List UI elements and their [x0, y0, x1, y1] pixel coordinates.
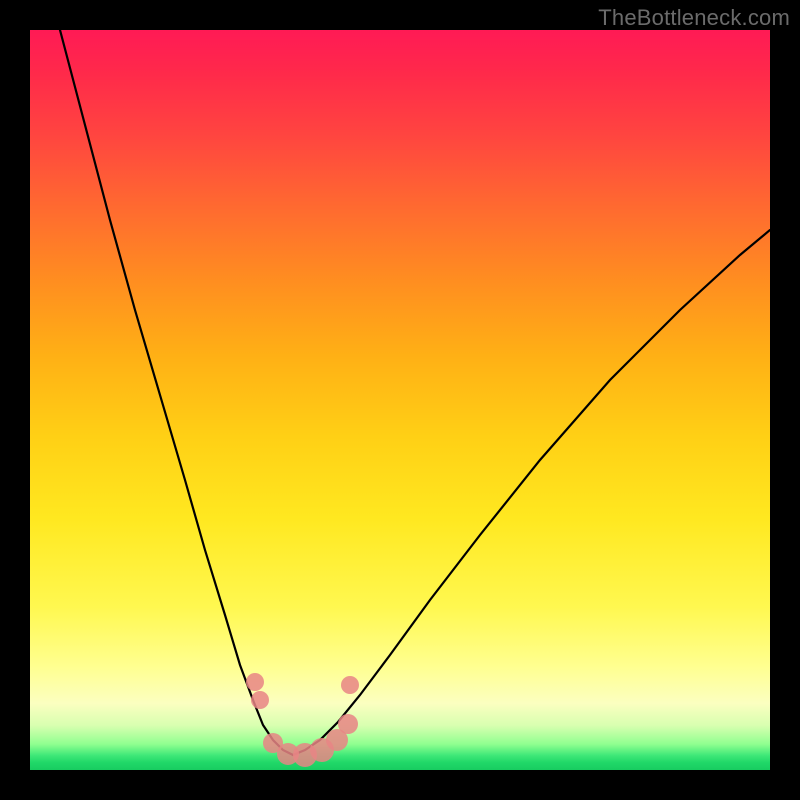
curve-layer: [30, 30, 770, 770]
data-markers: [246, 673, 359, 767]
chart-frame: TheBottleneck.com: [0, 0, 800, 800]
curve-left-branch: [60, 30, 293, 755]
data-marker: [338, 714, 358, 734]
watermark-text: TheBottleneck.com: [598, 5, 790, 31]
data-marker: [251, 691, 269, 709]
data-marker: [341, 676, 359, 694]
plot-area: [30, 30, 770, 770]
curve-right-branch: [293, 230, 770, 755]
data-marker: [246, 673, 264, 691]
